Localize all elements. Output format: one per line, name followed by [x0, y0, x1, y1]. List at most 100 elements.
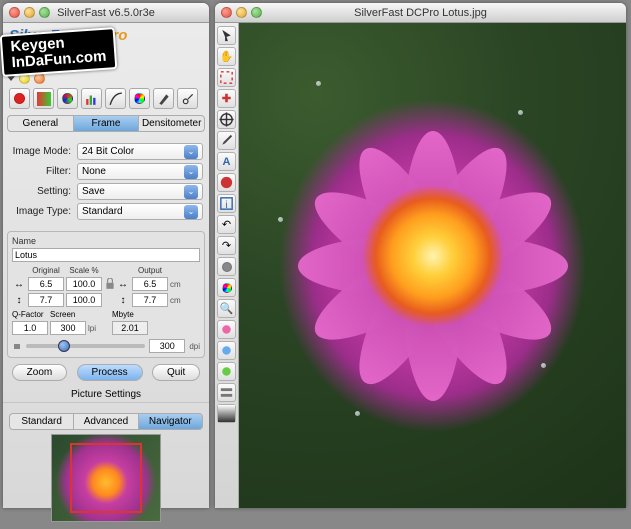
- image-canvas[interactable]: [239, 23, 626, 508]
- filter-select[interactable]: None⌄: [77, 163, 203, 180]
- out-width-input[interactable]: [132, 277, 168, 291]
- vtool-rotate-cw[interactable]: ↷: [217, 236, 236, 255]
- image-type-label: Image Type:: [9, 206, 77, 217]
- vtool-plus[interactable]: ✚: [217, 89, 236, 108]
- tool-pen[interactable]: [153, 88, 174, 109]
- image-mode-label: Image Mode:: [9, 146, 77, 157]
- tab-densitometer[interactable]: Densitometer: [139, 116, 204, 131]
- vtool-hand[interactable]: ✋: [217, 47, 236, 66]
- tool-row: [7, 86, 205, 111]
- navigator-area: Standard Advanced Navigator: [7, 403, 205, 528]
- tab-general[interactable]: General: [8, 116, 74, 131]
- frame-form: Image Mode: 24 Bit Color⌄ Filter: None⌄ …: [7, 136, 205, 227]
- main-tabs: General Frame Densitometer: [7, 115, 205, 132]
- orig-height-input[interactable]: [28, 293, 64, 307]
- name-label: Name: [12, 236, 200, 246]
- picture-settings-label: Picture Settings: [3, 387, 209, 403]
- disclosure-icon[interactable]: [7, 76, 15, 81]
- scale-width-input[interactable]: [66, 277, 102, 291]
- zoom-button[interactable]: Zoom: [12, 364, 68, 381]
- zoom-button[interactable]: [39, 7, 50, 18]
- vtool-crop[interactable]: [217, 68, 236, 87]
- mb-input[interactable]: [112, 321, 148, 335]
- vtool-stamp[interactable]: [217, 257, 236, 276]
- navigator-frame[interactable]: [70, 443, 142, 513]
- name-group: Name Original Scale % Output ↔ ↔ cm ↕: [7, 231, 205, 358]
- color-disc-2[interactable]: [34, 73, 45, 84]
- resolution-slider[interactable]: [26, 344, 145, 348]
- tab-advanced[interactable]: Advanced: [74, 414, 138, 429]
- tool-histogram[interactable]: [81, 88, 102, 109]
- svg-text:i: i: [225, 200, 227, 211]
- right-window-title: SilverFast DCPro Lotus.jpg: [215, 7, 626, 19]
- vtool-rotate-ccw[interactable]: ↶: [217, 215, 236, 234]
- filter-label: Filter:: [9, 166, 77, 177]
- action-row: Zoom Process Quit: [7, 364, 205, 381]
- close-button[interactable]: [9, 7, 20, 18]
- window-controls: [221, 7, 262, 18]
- chevron-down-icon: ⌄: [184, 145, 198, 159]
- vtool-info[interactable]: i: [217, 194, 236, 213]
- tool-curve[interactable]: [105, 88, 126, 109]
- image-type-select[interactable]: Standard⌄: [77, 203, 203, 220]
- right-titlebar: SilverFast DCPro Lotus.jpg: [215, 3, 626, 23]
- vertical-toolbar: ✋ ✚ A i ↶ ↷ 🔍: [215, 23, 239, 508]
- screen-input[interactable]: [50, 321, 86, 335]
- height-arrow-icon: ↕: [12, 295, 26, 306]
- chevron-down-icon: ⌄: [184, 165, 198, 179]
- setting-label: Setting:: [9, 186, 77, 197]
- setting-select[interactable]: Save⌄: [77, 183, 203, 200]
- vtool-text[interactable]: A: [217, 152, 236, 171]
- screen-unit: lpi: [88, 324, 110, 333]
- hdr-output: Output: [132, 266, 168, 275]
- tool-picker[interactable]: [177, 88, 198, 109]
- tool-red[interactable]: [9, 88, 30, 109]
- minimize-button[interactable]: [24, 7, 35, 18]
- left-panel-body: General Frame Densitometer Image Mode: 2…: [3, 46, 209, 529]
- lock-res-icon[interactable]: [12, 340, 22, 353]
- tab-standard[interactable]: Standard: [10, 414, 74, 429]
- unit-cm1: cm: [170, 280, 192, 289]
- out-height-input[interactable]: [132, 293, 168, 307]
- vtool-loupe[interactable]: 🔍: [217, 299, 236, 318]
- image-mode-select[interactable]: 24 Bit Color⌄: [77, 143, 203, 160]
- tool-balance[interactable]: [57, 88, 78, 109]
- lock-icon[interactable]: [104, 278, 116, 290]
- vtool-eyedrop[interactable]: [217, 131, 236, 150]
- nav-tabs: Standard Advanced Navigator: [9, 413, 203, 430]
- navigator-thumbnail[interactable]: [51, 434, 161, 522]
- tool-gradient[interactable]: [33, 88, 54, 109]
- hdr-scale: Scale %: [66, 266, 102, 275]
- tool-selective[interactable]: [129, 88, 150, 109]
- minimize-button[interactable]: [236, 7, 247, 18]
- vtool-q3[interactable]: [217, 341, 236, 360]
- process-button[interactable]: Process: [77, 364, 143, 381]
- image-window: SilverFast DCPro Lotus.jpg ✋ ✚ A i ↶ ↷ 🔍: [215, 3, 626, 508]
- width-arrow-icon: ↔: [12, 279, 26, 290]
- res-input[interactable]: [149, 339, 185, 353]
- vtool-opt[interactable]: [217, 383, 236, 402]
- tab-frame[interactable]: Frame: [74, 116, 140, 131]
- close-button[interactable]: [221, 7, 232, 18]
- vtool-pointer[interactable]: [217, 26, 236, 45]
- unit-cm2: cm: [170, 296, 192, 305]
- res-unit: dpi: [189, 342, 200, 351]
- height-arrow2-icon: ↕: [116, 295, 130, 306]
- quit-button[interactable]: Quit: [152, 364, 200, 381]
- vtool-q4[interactable]: [217, 362, 236, 381]
- chevron-down-icon: ⌄: [184, 205, 198, 219]
- vtool-palette[interactable]: [217, 278, 236, 297]
- scale-height-input[interactable]: [66, 293, 102, 307]
- vtool-grad[interactable]: [217, 404, 236, 423]
- tab-navigator[interactable]: Navigator: [139, 414, 202, 429]
- control-window: SilverFast v6.5.0r3e Keygen InDaFun.com …: [3, 3, 209, 508]
- flower-center: [363, 186, 503, 326]
- name-input[interactable]: [12, 248, 200, 262]
- vtool-mask[interactable]: [217, 173, 236, 192]
- vtool-target[interactable]: [217, 110, 236, 129]
- qf-input[interactable]: [12, 321, 48, 335]
- zoom-button[interactable]: [251, 7, 262, 18]
- orig-width-input[interactable]: [28, 277, 64, 291]
- vtool-q2[interactable]: [217, 320, 236, 339]
- window-controls: [9, 7, 50, 18]
